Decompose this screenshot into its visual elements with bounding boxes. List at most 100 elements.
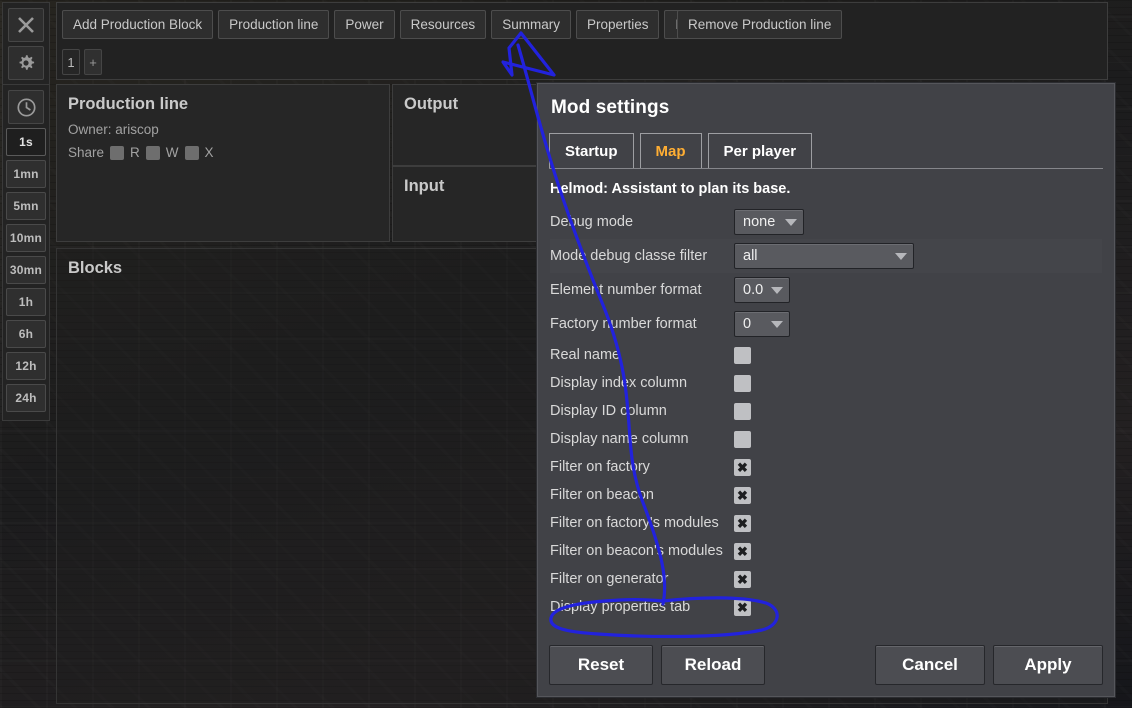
setting-label: Debug mode (550, 214, 634, 230)
mode-debug-classe-filter-dropdown[interactable]: all (734, 243, 914, 269)
setting-row-filter-on-generator: Filter on generator ✖ (550, 565, 1102, 593)
time-button-30mn[interactable]: 30mn (6, 256, 46, 284)
remove-production-line-button[interactable]: Remove Production line (677, 10, 843, 39)
setting-row-element-number-format: Element number format 0.0 (550, 273, 1102, 307)
setting-row-filter-on-beacon: Filter on beacon ✖ (550, 481, 1102, 509)
production-line-owner: Owner: ariscop (68, 122, 159, 137)
time-button-24h[interactable]: 24h (6, 384, 46, 412)
time-button-10mn[interactable]: 10mn (6, 224, 46, 252)
time-button-1s[interactable]: 1s (6, 128, 46, 156)
filter-on-factory-checkbox[interactable]: ✖ (734, 458, 751, 476)
dialog-footer: Reset Reload Cancel Apply (537, 635, 1115, 697)
setting-row-mode-debug-classe-filter: Mode debug classe filter all (550, 239, 1102, 273)
add-production-line-tab[interactable]: + (84, 49, 102, 75)
chevron-down-icon (771, 286, 784, 294)
apply-button[interactable]: Apply (993, 645, 1103, 685)
setting-label: Mode debug classe filter (550, 248, 708, 264)
dialog-tabs-wrap: Startup Map Per player (537, 119, 1115, 169)
setting-label: Filter on generator (550, 571, 669, 587)
share-flag-x: X (204, 145, 214, 160)
filter-on-factorys-modules-checkbox[interactable]: ✖ (734, 514, 751, 532)
tab-startup[interactable]: Startup (549, 133, 634, 169)
toolbar-button-group: Add Production Block Production line Pow… (62, 10, 734, 39)
cancel-button[interactable]: Cancel (875, 645, 985, 685)
time-button-6h[interactable]: 6h (6, 320, 46, 348)
filter-on-generator-checkbox[interactable]: ✖ (734, 570, 751, 588)
share-label: Share (68, 145, 105, 160)
close-icon[interactable] (8, 8, 44, 42)
time-button-12h[interactable]: 12h (6, 352, 46, 380)
power-button[interactable]: Power (334, 10, 395, 39)
settings-list: Debug mode none Mode debug classe filter… (537, 205, 1115, 635)
dropdown-value: 0 (743, 316, 752, 332)
production-line-tab-1[interactable]: 1 (62, 49, 80, 75)
setting-label: Element number format (550, 282, 702, 298)
dialog-description: Helmod: Assistant to plan its base. (550, 181, 791, 197)
factory-number-format-dropdown[interactable]: 0 (734, 311, 790, 337)
display-name-column-checkbox[interactable]: ✖ (734, 430, 751, 448)
production-line-title: Production line (68, 95, 189, 113)
dropdown-value: all (743, 248, 758, 264)
share-checkbox-w[interactable] (145, 145, 160, 160)
dialog-tabs: Startup Map Per player (537, 119, 1115, 169)
dropdown-value: 0.0 (743, 282, 764, 298)
gear-icon[interactable] (8, 46, 44, 80)
setting-row-filter-on-factory: Filter on factory ✖ (550, 453, 1102, 481)
display-index-column-checkbox[interactable]: ✖ (734, 374, 751, 392)
setting-label: Filter on beacon's modules (550, 543, 723, 559)
reset-button[interactable]: Reset (549, 645, 653, 685)
setting-label: Display properties tab (550, 599, 691, 615)
chevron-down-icon (785, 218, 797, 226)
properties-button[interactable]: Properties (575, 10, 660, 39)
left-toolbar-time: 1s 1mn 5mn 10mn 30mn 1h 6h 12h 24h (2, 84, 50, 421)
clock-icon[interactable] (8, 90, 44, 124)
display-properties-tab-checkbox[interactable]: ✖ (734, 598, 751, 616)
production-line-button[interactable]: Production line (218, 10, 330, 39)
display-id-column-checkbox[interactable]: ✖ (734, 402, 751, 420)
setting-row-display-index-column: Display index column ✖ (550, 369, 1102, 397)
dialog-title: Mod settings (551, 97, 670, 118)
tab-per-player[interactable]: Per player (707, 133, 813, 169)
reload-button[interactable]: Reload (661, 645, 765, 685)
setting-label: Filter on beacon (550, 487, 654, 503)
production-line-share: Share R W X (57, 137, 389, 160)
setting-row-display-id-column: Display ID column ✖ (550, 397, 1102, 425)
setting-row-display-properties-tab: Display properties tab ✖ (550, 593, 1102, 621)
setting-label: Filter on factory (550, 459, 650, 475)
left-toolbar-top (2, 2, 50, 86)
share-flag-r: R (130, 145, 140, 160)
top-toolbar: Add Production Block Production line Pow… (56, 2, 1108, 80)
setting-row-debug-mode: Debug mode none (550, 205, 1102, 239)
setting-label: Display ID column (550, 403, 667, 419)
production-line-tabs: 1 + (62, 49, 102, 75)
setting-row-real-name: Real name ✖ (550, 341, 1102, 369)
setting-row-factory-number-format: Factory number format 0 (550, 307, 1102, 341)
debug-mode-dropdown[interactable]: none (734, 209, 804, 235)
resources-button[interactable]: Resources (399, 10, 487, 39)
summary-button[interactable]: Summary (491, 10, 571, 39)
setting-label: Real name (550, 347, 621, 363)
tab-map[interactable]: Map (639, 133, 702, 169)
filter-on-beacons-modules-checkbox[interactable]: ✖ (734, 542, 751, 560)
setting-label: Display index column (550, 375, 688, 391)
setting-row-filter-on-beacons-modules: Filter on beacon's modules ✖ (550, 537, 1102, 565)
setting-row-filter-on-factorys-modules: Filter on factory's modules ✖ (550, 509, 1102, 537)
time-button-1mn[interactable]: 1mn (6, 160, 46, 188)
dropdown-value: none (743, 214, 776, 230)
share-checkbox-r[interactable] (110, 145, 125, 160)
share-checkbox-x[interactable] (184, 145, 199, 160)
tabs-underline (549, 168, 1103, 169)
time-button-1h[interactable]: 1h (6, 288, 46, 316)
mod-settings-dialog: Mod settings Startup Map Per player Helm… (536, 82, 1116, 698)
share-flag-w: W (165, 145, 179, 160)
filter-on-beacon-checkbox[interactable]: ✖ (734, 486, 751, 504)
setting-label: Filter on factory's modules (550, 515, 719, 531)
time-button-5mn[interactable]: 5mn (6, 192, 46, 220)
real-name-checkbox[interactable]: ✖ (734, 346, 751, 364)
production-line-panel: Production line Owner: ariscop Share R W… (56, 84, 390, 242)
setting-label: Display name column (550, 431, 689, 447)
add-production-block-button[interactable]: Add Production Block (62, 10, 214, 39)
chevron-down-icon (771, 320, 783, 328)
element-number-format-dropdown[interactable]: 0.0 (734, 277, 790, 303)
chevron-down-icon (895, 252, 907, 260)
